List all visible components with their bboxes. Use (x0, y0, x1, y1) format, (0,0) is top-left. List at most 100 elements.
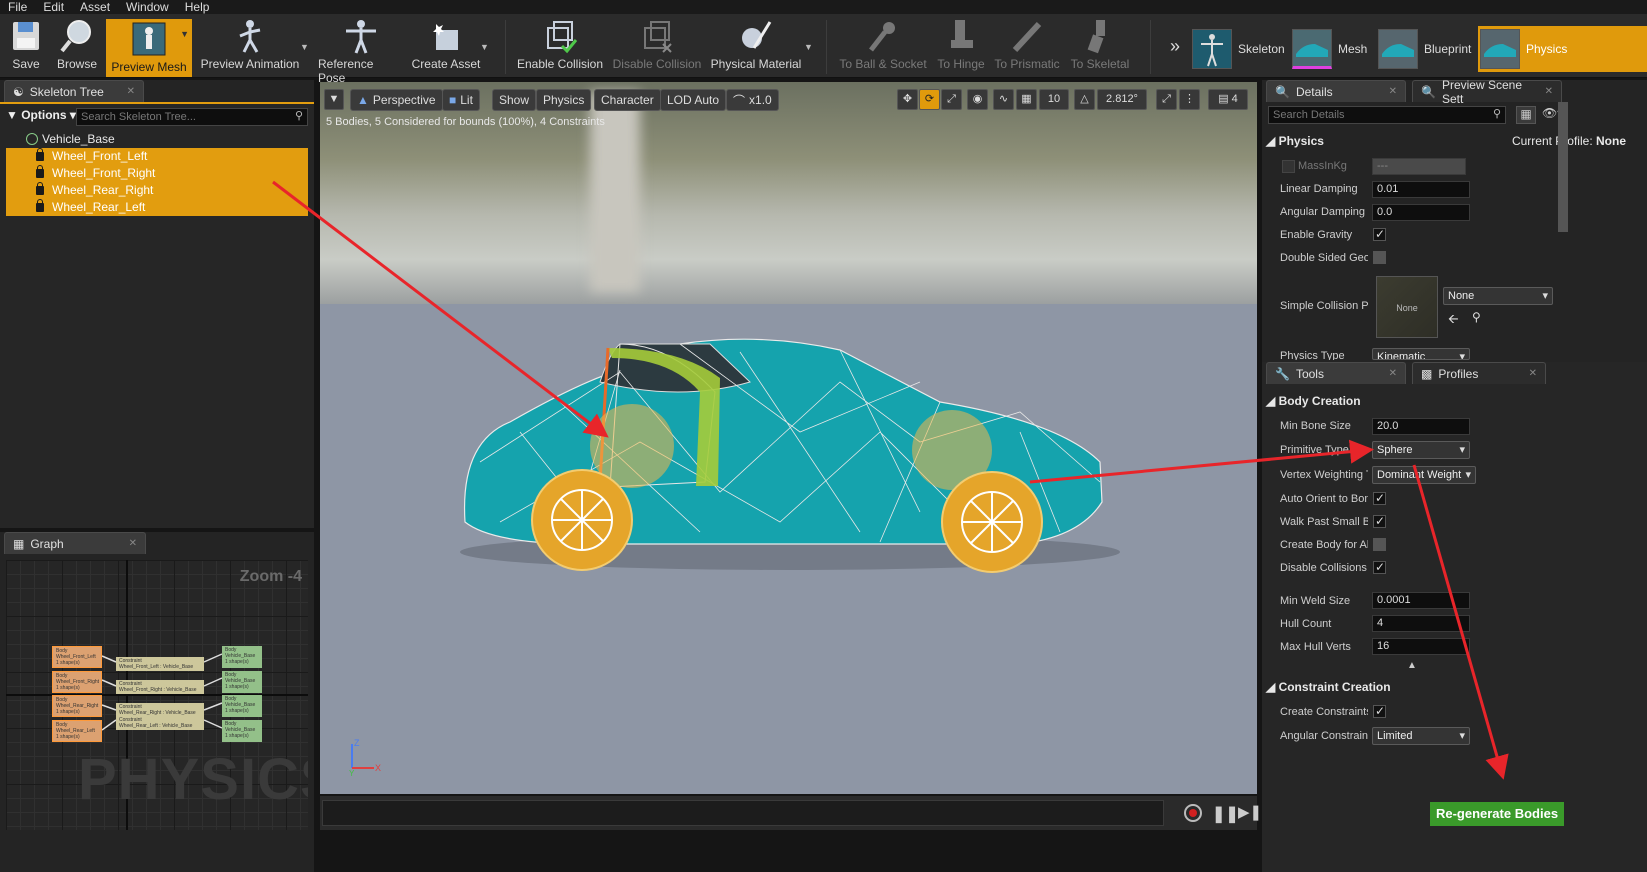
graph-canvas[interactable]: Zoom -4 Body Wheel_Front_Left 1 shape(s) B… (6, 560, 308, 830)
close-icon[interactable]: ✕ (1529, 368, 1537, 379)
save-button[interactable]: Save (4, 18, 48, 76)
physical-material-combo[interactable]: None (1443, 287, 1553, 305)
rotate-icon[interactable]: ⟳ (919, 89, 940, 110)
menu-help[interactable]: Help (177, 0, 218, 14)
graph-base-node[interactable]: Body Vehicle_Base 1 shape(s) (222, 695, 262, 717)
surface-snap-icon[interactable]: ∿ (993, 89, 1014, 110)
enable-collision-button[interactable]: Enable Collision (516, 18, 604, 76)
rotation-snap-value[interactable]: 2.812° (1097, 89, 1147, 110)
graph-base-node[interactable]: Body Vehicle_Base 1 shape(s) (222, 671, 262, 693)
close-icon[interactable]: ✕ (129, 538, 137, 549)
perspective-button[interactable]: ▲ Perspective (350, 89, 443, 111)
close-icon[interactable]: ✕ (127, 86, 135, 97)
grid-snap-value[interactable]: 10 (1039, 89, 1069, 110)
scale-icon[interactable]: ⤢ (941, 89, 962, 110)
use-selected-arrow-icon[interactable]: 🡨 (1448, 310, 1459, 332)
browse-asset-icon[interactable]: ⚲ (1472, 310, 1481, 324)
translate-icon[interactable]: ✥ (897, 89, 918, 110)
tree-bone-row[interactable]: Wheel_Rear_Left (6, 199, 308, 216)
graph-base-node[interactable]: Body Vehicle_Base 1 shape(s) (222, 720, 262, 742)
tree-root-vehicle-base[interactable]: Vehicle_Base (6, 131, 308, 148)
scale-snap-icon[interactable]: ⤢ (1156, 89, 1177, 110)
graph-constraint-node[interactable]: Constraint Wheel_Front_Right : Vehicle_Ba… (116, 680, 204, 694)
pause-button[interactable]: ❚❚ (1212, 804, 1239, 824)
physics-view-button[interactable]: Physics (536, 89, 592, 111)
chevron-down-icon[interactable]: ▼ (300, 42, 309, 52)
skeleton-search-input[interactable]: Search Skeleton Tree... ⚲ (76, 108, 308, 126)
double-sided-checkbox[interactable] (1373, 251, 1386, 264)
timeline-scrubber[interactable] (322, 800, 1164, 826)
primitive-type-combo[interactable]: Sphere (1372, 441, 1470, 459)
tab-profiles[interactable]: ▩ Profiles ✕ (1412, 362, 1546, 384)
speed-button[interactable]: ⌒ x1.0 (726, 89, 779, 111)
physical-material-button[interactable]: Physical Material (708, 18, 804, 76)
create-constraints-checkbox[interactable] (1373, 704, 1386, 718)
graph-constraint-node[interactable]: Constraint Wheel_Rear_Left : Vehicle_Base (116, 716, 204, 730)
preview-animation-button[interactable]: Preview Animation (200, 18, 300, 76)
more-options-icon[interactable]: ⋮ (1179, 89, 1200, 110)
linear-damping-field[interactable]: 0.01 (1372, 181, 1470, 198)
mode-tab-physics[interactable]: Physics (1478, 26, 1647, 72)
property-matrix-icon[interactable]: ▦ (1516, 106, 1536, 124)
graph-constraint-node[interactable]: Constraint Wheel_Rear_Right : Vehicle_Bas… (116, 703, 204, 717)
constraint-creation-header[interactable]: ◢ Constraint Creation (1266, 676, 1391, 698)
angular-constraint-combo[interactable]: Limited (1372, 727, 1470, 745)
walk-past-checkbox[interactable] (1373, 514, 1386, 528)
viewport[interactable]: Z X Y 5 Bodies, 5 Considered for bounds (1… (320, 82, 1257, 794)
mode-tab-mesh[interactable]: Mesh (1292, 26, 1367, 72)
reference-pose-button[interactable]: Reference Pose (318, 18, 404, 85)
tab-details[interactable]: 🔍 Details ✕ (1266, 80, 1406, 102)
menu-asset[interactable]: Asset (72, 0, 118, 14)
record-button[interactable] (1184, 804, 1202, 822)
max-hull-field[interactable]: 16 (1372, 638, 1470, 655)
tree-bone-row[interactable]: Wheel_Front_Right (6, 165, 308, 182)
camera-speed-button[interactable]: ▤ 4 (1208, 89, 1248, 110)
tab-skeleton-tree[interactable]: ☯ Skeleton Tree ✕ (4, 80, 144, 102)
viewport-options-dropdown[interactable]: ▼ (324, 89, 344, 110)
graph-body-node[interactable]: Body Wheel_Rear_Left 1 shape(s) (52, 720, 102, 742)
details-scrollbar[interactable] (1558, 102, 1568, 232)
chevron-down-icon[interactable]: ▼ (804, 42, 813, 52)
tab-tools[interactable]: 🔧 Tools ✕ (1266, 362, 1406, 384)
close-icon[interactable]: ✕ (1389, 368, 1397, 379)
character-button[interactable]: Character (594, 89, 661, 111)
min-weld-field[interactable]: 0.0001 (1372, 592, 1470, 609)
lit-button[interactable]: ■ Lit (442, 89, 480, 111)
close-icon[interactable]: ✕ (1389, 86, 1397, 97)
chevron-down-icon[interactable]: ▼ (180, 29, 189, 39)
to-ball-socket-button[interactable]: To Ball & Socket (838, 18, 928, 76)
angular-damping-field[interactable]: 0.0 (1372, 204, 1470, 221)
create-asset-button[interactable]: Create Asset (410, 18, 482, 76)
vertex-weighting-combo[interactable]: Dominant Weight (1372, 466, 1476, 484)
options-dropdown[interactable]: ▼ Options ▾ (6, 108, 76, 122)
details-search-input[interactable]: Search Details ⚲ (1268, 106, 1506, 124)
tab-graph[interactable]: ▦ Graph ✕ (4, 532, 146, 554)
min-bone-field[interactable]: 20.0 (1372, 418, 1470, 435)
physical-material-thumbnail[interactable]: None (1376, 276, 1438, 338)
menu-edit[interactable]: Edit (35, 0, 72, 14)
collapse-advanced-icon[interactable]: ▲ (1407, 660, 1417, 671)
world-local-icon[interactable]: ◉ (967, 89, 988, 110)
to-hinge-button[interactable]: To Hinge (934, 18, 988, 76)
menu-file[interactable]: File (0, 0, 35, 14)
physics-type-combo[interactable]: Kinematic (1372, 348, 1470, 360)
step-forward-button[interactable]: ▶❚ (1238, 803, 1262, 821)
disable-collisions-checkbox[interactable] (1373, 560, 1386, 574)
enable-gravity-checkbox[interactable] (1373, 227, 1386, 241)
preview-mesh-button[interactable]: Preview Mesh ▼ (106, 19, 192, 77)
tree-bone-row[interactable]: Wheel_Rear_Right (6, 182, 308, 199)
tree-bone-row[interactable]: Wheel_Front_Left (6, 148, 308, 165)
mode-tab-skeleton[interactable]: Skeleton (1192, 26, 1285, 72)
to-prismatic-button[interactable]: To Prismatic (992, 18, 1062, 76)
physics-section-header[interactable]: ◢ Physics Current Profile: None (1266, 130, 1646, 152)
body-creation-header[interactable]: ◢ Body Creation (1266, 390, 1361, 412)
rotation-snap-icon[interactable]: △ (1074, 89, 1095, 110)
graph-body-node[interactable]: Body Wheel_Front_Right 1 shape(s) (52, 671, 102, 693)
show-button[interactable]: Show (492, 89, 537, 111)
to-skeletal-button[interactable]: To Skeletal (1068, 18, 1132, 76)
graph-body-node[interactable]: Body Wheel_Front_Left 1 shape(s) (52, 646, 102, 668)
hull-count-field[interactable]: 4 (1372, 615, 1470, 632)
grid-snap-icon[interactable]: ▦ (1016, 89, 1037, 110)
graph-base-node[interactable]: Body Vehicle_Base 1 shape(s) (222, 646, 262, 668)
auto-orient-checkbox[interactable] (1373, 491, 1386, 505)
